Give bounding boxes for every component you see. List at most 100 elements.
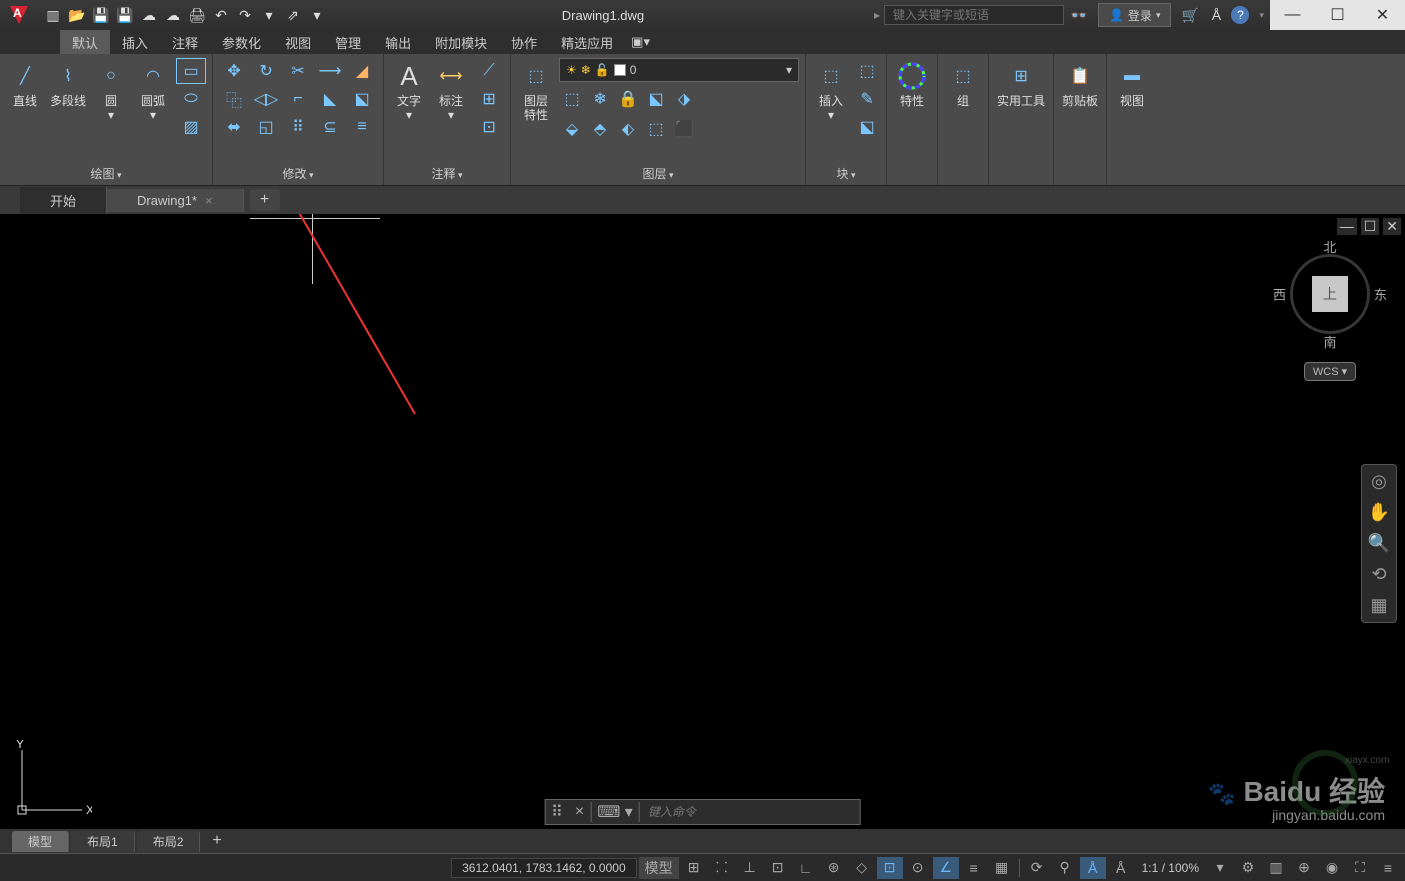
layout-add-button[interactable]: + (202, 830, 231, 852)
ortho-icon[interactable]: ∟ (793, 857, 819, 879)
panel-annot-title[interactable]: 注释 (390, 162, 504, 185)
trim-icon[interactable]: ✂ (283, 58, 313, 84)
drawing-canvas[interactable]: — ☐ ✕ 北 南 西 东 上 WCS ▾ ◎ ✋ 🔍 ⟲ ▦ YX ⠿ (0, 214, 1405, 853)
layer-iso-icon[interactable]: ⬙ (559, 116, 585, 142)
create-block-icon[interactable]: ⬚ (854, 58, 880, 84)
mirror-icon[interactable]: ◁▷ (251, 86, 281, 112)
layer-props-button[interactable]: ⬚图层 特性 (517, 58, 555, 125)
scale-display[interactable]: 1:1 / 100% (1136, 861, 1205, 875)
tab-addins[interactable]: 附加模块 (423, 30, 499, 55)
cleanscreen-icon[interactable]: ⛶ (1347, 857, 1373, 879)
custom-icon[interactable]: ≡ (1375, 857, 1401, 879)
search-icon[interactable]: 👓 (1068, 4, 1090, 26)
cmd-prompt-icon[interactable]: ⌨ ▾ (590, 802, 640, 822)
tab-output[interactable]: 输出 (373, 30, 423, 55)
close-button[interactable]: ✕ (1360, 0, 1405, 30)
tab-expand-icon[interactable]: ▣▾ (625, 31, 656, 53)
cmd-handle-icon[interactable]: ⠿ (545, 802, 569, 822)
viewcube-top[interactable]: 上 (1312, 276, 1348, 312)
help-icon[interactable]: ? (1231, 6, 1249, 24)
layer-freeze-icon[interactable]: ❄ (587, 86, 613, 112)
tab-start[interactable]: 开始 (20, 187, 107, 214)
circle-button[interactable]: ○圆▾ (92, 58, 130, 125)
lineweight-icon[interactable]: ≡ (961, 857, 987, 879)
save-icon[interactable]: 💾 (90, 4, 112, 26)
layout-2[interactable]: 布局2 (137, 831, 201, 852)
web-save-icon[interactable]: ☁ (162, 4, 184, 26)
exchange-icon[interactable]: 🛒 (1179, 4, 1201, 26)
cycling-icon[interactable]: ⟳ (1024, 857, 1050, 879)
layer-prev-icon[interactable]: ⬖ (615, 116, 641, 142)
tab-default[interactable]: 默认 (60, 30, 110, 55)
fillet-icon[interactable]: ⌐ (283, 86, 313, 112)
vp-close-icon[interactable]: ✕ (1383, 218, 1401, 235)
hatch-icon[interactable]: ▨ (176, 114, 206, 140)
nav-showmot-icon[interactable]: ▦ (1370, 595, 1387, 616)
line-button[interactable]: ╱直线 (6, 58, 44, 110)
annoauto-icon[interactable]: Å (1108, 857, 1134, 879)
ucs-icon[interactable]: YX (12, 740, 92, 823)
minimize-button[interactable]: — (1270, 0, 1315, 30)
tab-drawing1[interactable]: Drawing1*× (107, 189, 244, 212)
polar-icon[interactable]: ⊛ (821, 857, 847, 879)
tab-add-button[interactable]: + (250, 189, 280, 211)
cmd-close-icon[interactable]: × (569, 803, 590, 821)
scale-icon[interactable]: ◱ (251, 114, 281, 140)
panel-draw-title[interactable]: 绘图 (6, 162, 206, 185)
layout-1[interactable]: 布局1 (71, 831, 135, 852)
3dosnap-icon[interactable]: ⊙ (905, 857, 931, 879)
scale-dd-icon[interactable]: ▾ (1207, 857, 1233, 879)
tab-parametric[interactable]: 参数化 (210, 30, 273, 55)
redo-icon[interactable]: ↷ (234, 4, 256, 26)
annot-more-icon[interactable]: ⊡ (474, 114, 504, 140)
share-icon[interactable]: ⇗ (282, 4, 304, 26)
tab-close-icon[interactable]: × (205, 193, 213, 208)
util-button[interactable]: ⊞实用工具 (995, 58, 1047, 110)
osnap-icon[interactable]: ⊡ (877, 857, 903, 879)
chamfer-icon[interactable]: ◣ (315, 86, 345, 112)
block-attr-icon[interactable]: ⬕ (854, 114, 880, 140)
array-icon[interactable]: ⠿ (283, 114, 313, 140)
vp-max-icon[interactable]: ☐ (1361, 218, 1380, 235)
stretch-icon[interactable]: ⬌ (219, 114, 249, 140)
annomon-icon[interactable]: ⚲ (1052, 857, 1078, 879)
infer-icon[interactable]: ⊥ (737, 857, 763, 879)
annoscale-icon[interactable]: Å (1080, 857, 1106, 879)
tab-collab[interactable]: 协作 (499, 30, 549, 55)
copy-icon[interactable]: ⿻ (219, 86, 249, 112)
tab-featured[interactable]: 精选应用 (549, 30, 625, 55)
workspace-icon[interactable]: ⚙ (1235, 857, 1261, 879)
panel-layer-title[interactable]: 图层 (517, 162, 799, 185)
modify-more-icon[interactable]: ≡ (347, 114, 377, 140)
iso-icon[interactable]: ◇ (849, 857, 875, 879)
move-icon[interactable]: ✥ (219, 58, 249, 84)
qp-icon[interactable]: ▥ (1263, 857, 1289, 879)
view-button[interactable]: ▬视图 (1113, 58, 1151, 110)
layer-dropdown[interactable]: ☀❄🔓 0 ▾ (559, 58, 799, 82)
tab-manage[interactable]: 管理 (323, 30, 373, 55)
dyn-input-icon[interactable]: ⊡ (765, 857, 791, 879)
insert-block-button[interactable]: ⬚插入▾ (812, 58, 850, 125)
maximize-button[interactable]: ☐ (1315, 0, 1360, 30)
model-space-button[interactable]: 模型 (639, 857, 679, 879)
search-input[interactable] (884, 5, 1064, 25)
app-store-icon[interactable]: Å (1205, 4, 1227, 26)
table-icon[interactable]: ⊞ (474, 86, 504, 112)
props-button[interactable]: 特性 (893, 58, 931, 110)
tab-insert[interactable]: 插入 (110, 30, 160, 55)
leader-icon[interactable]: ⟋ (474, 58, 504, 84)
vp-min-icon[interactable]: — (1337, 218, 1357, 235)
clipboard-button[interactable]: 📋剪贴板 (1060, 58, 1100, 110)
panel-block-title[interactable]: 块 (812, 162, 880, 185)
layer-match-icon[interactable]: ⬗ (671, 86, 697, 112)
nav-wheel-icon[interactable]: ◎ (1371, 471, 1387, 492)
layer-walk-icon[interactable]: ⬚ (643, 116, 669, 142)
view-cube[interactable]: 北 南 西 东 上 WCS ▾ (1280, 254, 1380, 374)
qat-more-icon[interactable]: ▾ (258, 4, 280, 26)
tab-view[interactable]: 视图 (273, 30, 323, 55)
coordinates[interactable]: 3612.0401, 1783.1462, 0.0000 (451, 858, 637, 878)
command-input[interactable] (640, 805, 860, 819)
layout-model[interactable]: 模型 (12, 831, 69, 852)
wcs-badge[interactable]: WCS ▾ (1304, 362, 1356, 381)
transparency-icon[interactable]: ▦ (989, 857, 1015, 879)
